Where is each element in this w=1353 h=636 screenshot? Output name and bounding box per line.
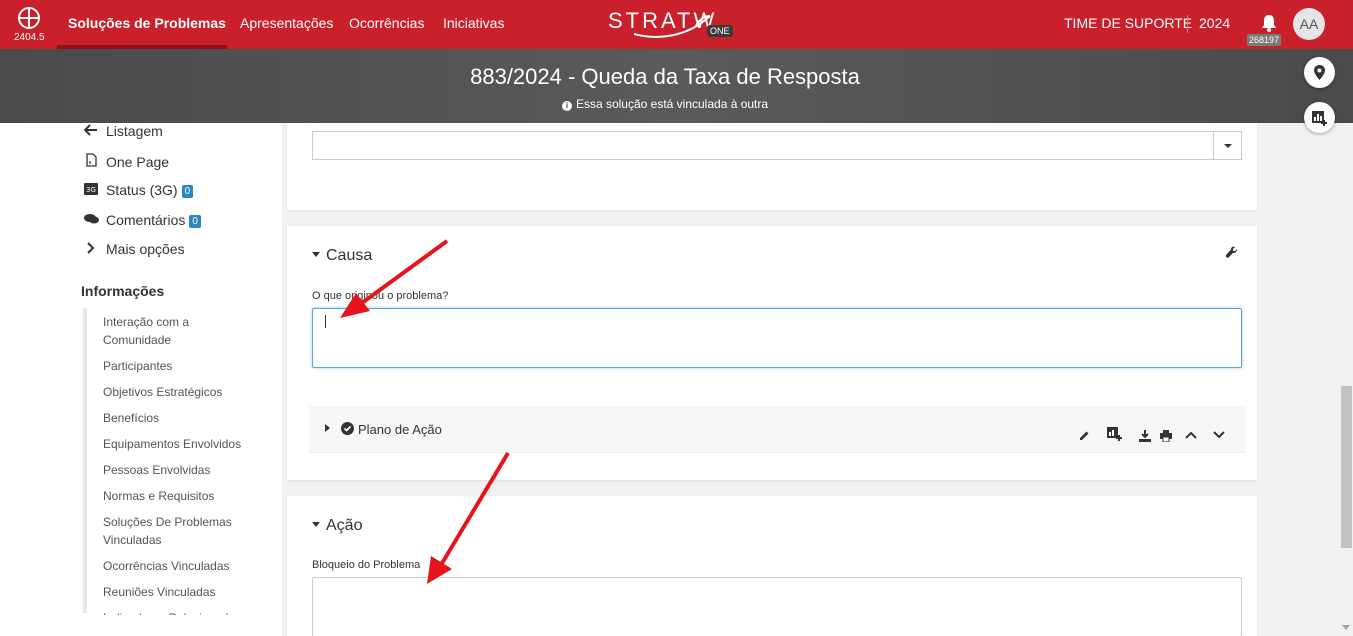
linked-notice-text: Essa solução está vinculada à outra [575,97,769,111]
notification-count: 268197 [1247,34,1282,46]
info-item-ocorrencias[interactable]: Ocorrências Vinculadas [103,557,253,575]
info-item-equipamentos[interactable]: Equipamentos Envolvidos [103,435,253,453]
3g-icon: 3G [82,182,100,198]
add-chart-icon[interactable] [1107,426,1122,441]
nav-solucoes-de-problemas[interactable]: Soluções de Problemas [68,15,226,31]
causa-card: Causa O que originou o problema? Plano d… [287,226,1257,480]
info-item-beneficios[interactable]: Benefícios [103,409,253,427]
scrollbar-thumb[interactable] [1341,386,1352,548]
section-title: Causa [326,247,373,264]
check-circle-icon [341,422,354,435]
info-rail [83,308,87,613]
causa-section-toggle[interactable]: Causa [312,247,372,265]
plano-de-acao-label: Plano de Ação [358,422,442,437]
info-item-pessoas[interactable]: Pessoas Envolvidas [103,461,253,479]
wrench-icon[interactable] [1225,246,1238,259]
linked-notice: i Essa solução está vinculada à outra [0,97,1330,111]
avatar[interactable]: AA [1293,8,1325,40]
app-version: 2404.5 [14,32,45,43]
sidebar-item-status[interactable]: 3G Status (3G) 0 [82,182,194,198]
acao-field-label: Bloqueio do Problema [312,559,421,571]
scrollbar-track[interactable] [1340,123,1353,636]
location-button[interactable] [1304,57,1335,88]
caret-down-icon [312,522,320,527]
nav-apresentacoes[interactable]: Apresentações [240,15,333,31]
sidebar-item-comentarios[interactable]: Comentários 0 [82,212,201,228]
sidebar-item-label: Status (3G) [106,182,178,198]
dropdown-arrow-icon[interactable] [1213,132,1241,159]
logo-icon[interactable] [17,6,41,30]
causa-textarea[interactable] [312,308,1242,368]
info-item-normas[interactable]: Normas e Requisitos [103,487,253,505]
scroll-down-icon[interactable] [1342,625,1350,630]
causa-field-label: O que originou o problema? [312,290,449,302]
nav-ocorrencias[interactable]: Ocorrências [349,15,424,31]
arrow-left-icon [82,123,100,139]
map-pin-icon [1314,65,1325,80]
chevron-right-icon [82,241,100,257]
info-item-interacao[interactable]: Interação com a Comunidade [103,313,253,349]
info-item-participantes[interactable]: Participantes [103,357,253,375]
text-cursor [325,315,326,328]
status-badge: 0 [181,185,194,198]
chevron-up-icon[interactable] [1185,430,1197,440]
sidebar-item-label: Comentários [106,212,186,228]
download-icon[interactable] [1139,430,1151,442]
pencil-icon[interactable] [1079,430,1090,441]
brand-swoosh-icon [633,15,711,38]
select-field[interactable] [312,131,1242,160]
document-icon [82,153,100,170]
header-divider [1187,15,1188,33]
nav-iniciativas[interactable]: Iniciativas [443,15,504,31]
section-title: Ação [326,517,363,534]
sidebar-item-label: Listagem [106,123,163,139]
svg-text:3G: 3G [86,186,96,194]
chevron-down-icon[interactable] [1213,430,1225,440]
bell-icon[interactable] [1259,13,1279,33]
caret-right-icon[interactable] [325,424,330,432]
acao-section-toggle[interactable]: Ação [312,517,362,535]
main-content: Causa O que originou o problema? Plano d… [282,123,1340,636]
acao-textarea[interactable] [312,577,1242,636]
info-item-indicadores[interactable]: Indicadores Relacionados [103,609,253,615]
print-icon[interactable] [1160,430,1172,442]
comments-badge: 0 [189,215,201,228]
sidebar-item-listagem[interactable]: Listagem [82,123,163,139]
comments-icon [82,212,100,228]
acao-card: Ação Bloqueio do Problema [287,496,1257,636]
sidebar-item-one-page[interactable]: One Page [82,153,169,170]
caret-down-icon [312,252,320,257]
info-item-objetivos[interactable]: Objetivos Estratégicos [103,383,253,401]
page-title: 883/2024 - Queda da Taxa de Resposta [470,64,860,89]
brand-tag: ONE [707,25,733,37]
top-navbar: 2404.5 Soluções de Problemas Apresentaçõ… [0,0,1353,49]
info-item-reunioes[interactable]: Reuniões Vinculadas [103,583,253,601]
year-selector[interactable]: 2024 [1199,15,1230,31]
info-icon: i [561,101,572,111]
plano-de-acao-panel[interactable]: Plano de Ação [309,406,1246,453]
team-selector[interactable]: TIME DE SUPORTE [1064,15,1192,31]
sidebar-item-label: One Page [106,154,170,170]
sidebar-item-mais-opcoes[interactable]: Mais opções [82,241,185,257]
previous-section-card [287,123,1257,210]
info-heading: Informações [81,283,165,299]
info-item-solucoes-vinculadas[interactable]: Soluções De Problemas Vinculadas [103,513,253,549]
sidebar-item-label: Mais opções [106,241,185,257]
